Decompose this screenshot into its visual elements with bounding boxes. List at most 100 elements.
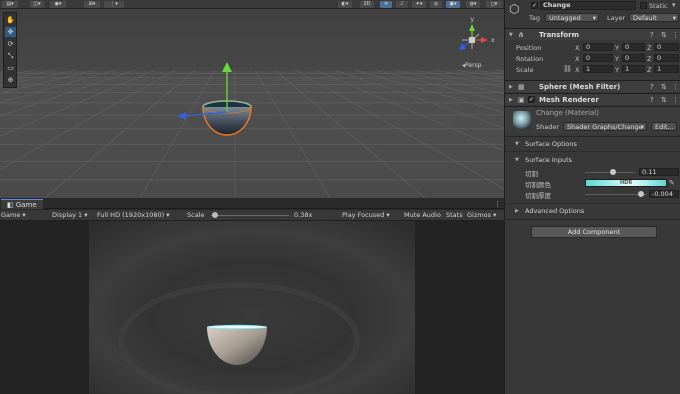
scale-y-field[interactable]: 1 xyxy=(622,65,645,73)
game-view-dropdown[interactable]: Game ▾ xyxy=(1,210,26,221)
play-focused-dropdown[interactable]: Play Focused ▾ xyxy=(342,210,390,221)
material-name: Change (Material) xyxy=(536,109,599,117)
presets-icon[interactable]: ⇅ xyxy=(661,83,667,91)
tag-dropdown[interactable]: Untagged ▾ xyxy=(545,13,599,22)
collapse-arrow-icon[interactable]: ▼ xyxy=(509,31,513,39)
scale-tool-icon[interactable]: ⤡ xyxy=(5,51,16,61)
camera-dropdown[interactable]: ▣▾ xyxy=(446,1,460,8)
component-menu-icon[interactable]: ⋮ xyxy=(672,31,679,39)
add-component-button[interactable]: Add Component xyxy=(531,226,657,238)
position-label: Position xyxy=(516,44,542,52)
lighting-toggle-icon[interactable]: ☀ xyxy=(380,1,392,8)
rect-tool-icon[interactable]: ▭ xyxy=(5,63,16,73)
help-icon[interactable]: ? xyxy=(650,96,654,104)
object-active-checkbox[interactable]: ✓ xyxy=(531,2,538,9)
game-view[interactable] xyxy=(0,221,504,394)
component-menu-icon[interactable]: ⋮ xyxy=(672,83,679,91)
mesh-filter-icon: ▦ xyxy=(518,83,525,91)
expand-arrow-icon[interactable]: ▶ xyxy=(509,96,513,104)
mesh-filter-header[interactable]: ▶ ▦ Sphere (Mesh Filter) ? ⇅ ⋮ xyxy=(505,80,680,92)
resolution-dropdown[interactable]: Full HD (1920x1080) ▾ xyxy=(97,210,170,221)
scale-slider-track[interactable] xyxy=(211,212,289,218)
display-dropdown[interactable]: Display 1 ▾ xyxy=(52,210,88,221)
cut-slider-track[interactable] xyxy=(585,169,635,175)
mesh-renderer-enabled-checkbox[interactable]: ✓ xyxy=(528,96,535,103)
surface-inputs-foldout[interactable]: ▼ Surface Inputs xyxy=(505,156,680,166)
rotation-z-field[interactable]: 0 xyxy=(654,54,679,62)
tag-label: Tag xyxy=(529,14,541,22)
draw-mode-dropdown[interactable]: ▤▾ xyxy=(2,1,18,8)
toggle-2d-button[interactable]: 2D xyxy=(360,1,374,8)
expand-arrow-icon[interactable]: ▶ xyxy=(515,207,519,215)
layer-dropdown[interactable]: Default ▾ xyxy=(629,13,679,22)
scale-x-field[interactable]: 1 xyxy=(583,65,613,73)
constrain-proportions-icon[interactable]: ⛓ xyxy=(563,65,572,73)
static-dropdown-icon[interactable]: ▾ xyxy=(672,1,676,9)
grid-dropdown[interactable]: ⊞▾ xyxy=(84,1,100,8)
audio-toggle-icon[interactable]: ♪ xyxy=(396,1,408,8)
collapse-arrow-icon[interactable]: ▼ xyxy=(515,156,519,164)
help-icon[interactable]: ? xyxy=(650,83,654,91)
scene-viewport[interactable]: y x xyxy=(0,0,504,198)
tool-settings-dropdown[interactable]: ◻▾ xyxy=(486,1,502,8)
transform-tool-icon[interactable]: ⊕ xyxy=(5,75,16,85)
help-icon[interactable]: ? xyxy=(650,31,654,39)
global-dropdown[interactable]: ◉▾ xyxy=(50,1,66,8)
position-z-field[interactable]: 0 xyxy=(654,43,679,51)
cut-thickness-value-field[interactable]: -0.004 xyxy=(649,190,679,198)
component-menu-icon[interactable]: ⋮ xyxy=(672,96,679,104)
cut-label: 切割 xyxy=(525,170,538,178)
effects-dropdown[interactable]: ✦▾ xyxy=(412,1,426,8)
scale-z-axis[interactable]: Z xyxy=(647,66,651,74)
position-y-field[interactable]: 0 xyxy=(622,43,645,51)
snap-dropdown[interactable]: ⋮▾ xyxy=(104,1,124,8)
cut-thickness-slider-track[interactable] xyxy=(585,191,647,197)
collapse-arrow-icon[interactable]: ▼ xyxy=(515,140,519,148)
position-y-axis[interactable]: Y xyxy=(615,44,619,52)
advanced-options-foldout[interactable]: ▶ Advanced Options xyxy=(505,207,680,217)
expand-arrow-icon[interactable]: ▶ xyxy=(509,83,513,91)
cut-slider-thumb[interactable] xyxy=(610,169,616,175)
hidden-objects-icon[interactable]: ◎ xyxy=(430,1,442,8)
position-x-axis[interactable]: X xyxy=(575,44,579,52)
pivot-dropdown[interactable]: ◫▾ xyxy=(30,1,44,8)
tab-game[interactable]: ◧ Game xyxy=(1,199,43,209)
shading-dropdown[interactable]: ◐▾ xyxy=(338,1,352,8)
shader-edit-button[interactable]: Edit... xyxy=(651,122,677,131)
tab-menu-icon[interactable]: ⋮ xyxy=(494,199,501,209)
scale-y-axis[interactable]: Y xyxy=(615,66,619,74)
rotation-z-axis[interactable]: Z xyxy=(647,55,651,63)
rotation-x-axis[interactable]: X xyxy=(575,55,579,63)
presets-icon[interactable]: ⇅ xyxy=(661,96,667,104)
gizmos-dropdown[interactable]: ◍▾ xyxy=(466,1,480,8)
projection-label[interactable]: ◂Persp xyxy=(462,62,482,69)
position-x-field[interactable]: 0 xyxy=(583,43,613,51)
rotation-y-field[interactable]: 0 xyxy=(622,54,645,62)
rotation-y-axis[interactable]: Y xyxy=(615,55,619,63)
scene-view[interactable]: y x ▤▾ ◫▾ ◉▾ ⊞▾ ⋮▾ ◐▾ 2D ☀ ♪ ✦▾ ◎ ▣▾ ◍▾ … xyxy=(0,0,504,198)
presets-icon[interactable]: ⇅ xyxy=(661,31,667,39)
position-z-axis[interactable]: Z xyxy=(647,44,651,52)
cut-value-field[interactable]: 0.11 xyxy=(639,168,679,176)
transform-header[interactable]: ▼ ⋔ Transform ? ⇅ ⋮ xyxy=(505,28,680,40)
move-tool-icon[interactable]: ✥ xyxy=(5,27,16,37)
shader-dropdown[interactable]: Shader Graphs/Change ▾ xyxy=(563,122,647,131)
surface-options-foldout[interactable]: ▼ Surface Options xyxy=(505,140,680,150)
rotate-tool-icon[interactable]: ⟳ xyxy=(5,39,16,49)
mesh-renderer-header[interactable]: ▶ ▣ ✓ Mesh Renderer ? ⇅ ⋮ xyxy=(505,93,680,105)
rotation-x-field[interactable]: 0 xyxy=(583,54,613,62)
object-name-field[interactable]: Change xyxy=(540,1,636,10)
scale-z-field[interactable]: 1 xyxy=(654,65,679,73)
scale-x-axis[interactable]: X xyxy=(575,66,579,74)
static-checkbox[interactable] xyxy=(640,2,647,9)
gizmos-dropdown-game[interactable]: Gizmos ▾ xyxy=(467,210,496,221)
cut-thickness-slider-thumb[interactable] xyxy=(638,191,644,197)
cut-color-swatch[interactable]: HDR xyxy=(585,179,667,187)
stats-toggle[interactable]: Stats xyxy=(446,210,463,221)
divider xyxy=(505,136,680,137)
material-preview-sphere[interactable] xyxy=(513,111,531,129)
scale-slider-thumb[interactable] xyxy=(212,212,218,218)
hand-tool-icon[interactable]: ✋ xyxy=(5,15,16,25)
eyedropper-icon[interactable]: ✎ xyxy=(669,179,675,187)
mute-audio-toggle[interactable]: Mute Audio xyxy=(404,210,441,221)
